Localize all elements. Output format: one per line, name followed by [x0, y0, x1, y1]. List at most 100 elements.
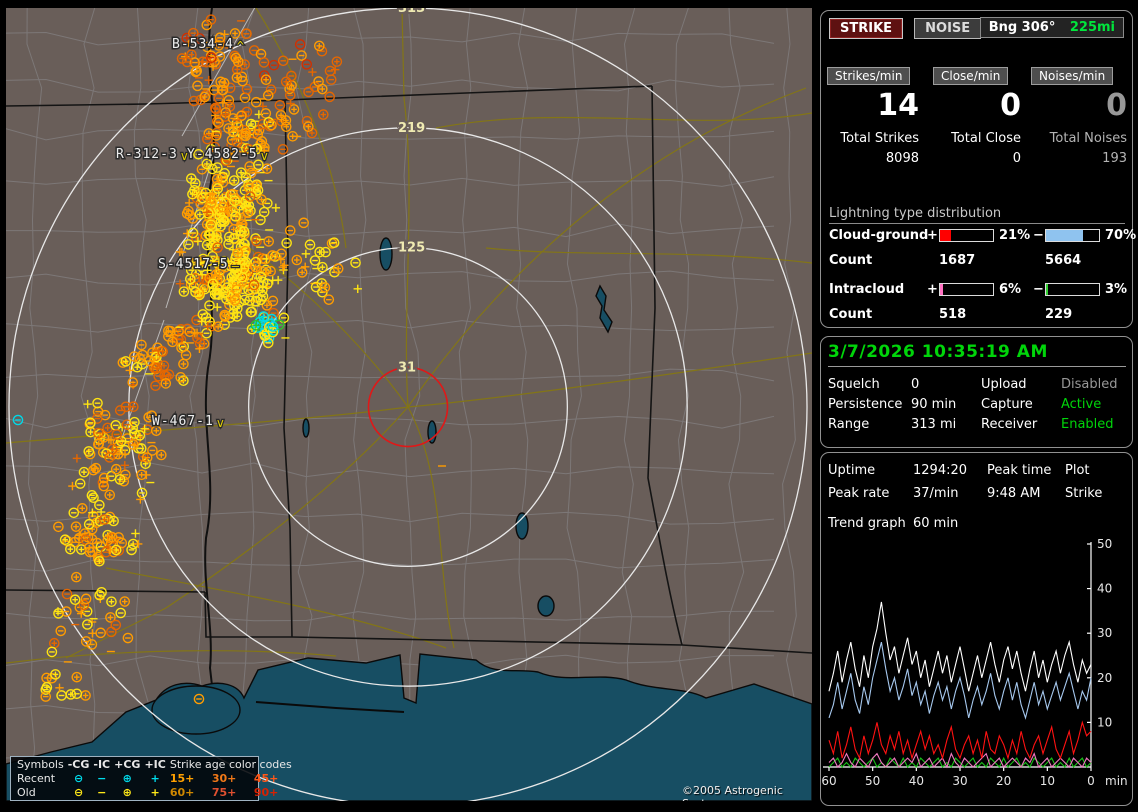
legend-age-30+: 30+ [211, 772, 237, 785]
ring-label-31: 31 [398, 360, 416, 375]
cg-minus-bar [1045, 229, 1100, 242]
cg-minus-bar-fill [1046, 230, 1084, 241]
cell-label-S-4517-5[interactable]: S-4517-5 [157, 256, 230, 274]
legend-symbol-1: − [97, 772, 107, 785]
legend-symbol-3: + [150, 786, 160, 799]
distribution-title: Lightning type distribution [829, 206, 1125, 224]
cell-label-W-467-1[interactable]: W-467-1 [151, 413, 215, 431]
bearing-range: 225mi [1069, 20, 1115, 35]
squelch-value: 0 [911, 377, 920, 392]
peak-time-label: Peak time [987, 463, 1052, 478]
persistence-value: 90 min [911, 397, 957, 412]
close-per-min-chip: Close/min [933, 67, 1009, 85]
legend-age-90+: 90+ [253, 786, 279, 799]
close-per-min-value: 0 [1000, 88, 1021, 123]
close-column: Close/min 0 Total Close 0 [933, 65, 1021, 166]
legend-symbol-0: ⊖ [73, 786, 84, 799]
trend-window-value[interactable]: 60 min [913, 516, 958, 531]
strikes-per-min-value: 14 [877, 88, 919, 123]
receiver-value: Enabled [1061, 417, 1114, 432]
legend-age-header: Strike age color codes [169, 758, 292, 771]
peak-rate-value: 37/min [913, 486, 959, 501]
ic-minus-bar [1045, 283, 1100, 296]
cell-label-R-312-3[interactable]: R-312-3 [115, 146, 179, 164]
peak-rate-label: Peak rate [828, 486, 890, 501]
legend-age-60+: 60+ [169, 786, 195, 799]
cell-label-B-534-4[interactable]: B-534-4 [171, 36, 235, 54]
ic-minus-pct: 3% [1105, 282, 1128, 297]
trend-series-ic-negative [828, 756, 1092, 768]
x-tick-10: 10 [1040, 774, 1055, 788]
total-close-label: Total Close [951, 131, 1021, 146]
cg-plus-bar [939, 229, 994, 242]
legend-col-cgpos: +CG [114, 758, 141, 771]
capture-value: Active [1061, 397, 1102, 412]
legend-row-label: Recent [17, 772, 56, 785]
cg-minus-pct: 70% [1105, 228, 1137, 243]
x-axis-unit: min [1105, 774, 1128, 788]
trend-series-cg-negative [828, 641, 1092, 720]
legend-row-label: Old [17, 786, 36, 799]
cg-minus-count: 5664 [1045, 253, 1082, 268]
map-canvas: 31321912531B-534-4 ^R-312-3 vY-4582-5 vS-45… [6, 8, 812, 801]
x-tick-20: 20 [996, 774, 1011, 788]
peak-time-value: 9:48 AM [987, 486, 1041, 501]
receiver-label: Receiver [981, 417, 1038, 432]
trend-graph-label: Trend graph [828, 516, 906, 531]
ring-label-313: 313 [398, 8, 425, 16]
ic-plus-count: 518 [939, 307, 967, 322]
bearing-label: Bng 306° [988, 20, 1056, 35]
cloud-ground-row: Cloud-ground + 21% − 70% [829, 228, 1136, 244]
count-label: Count [829, 253, 873, 268]
legend-age-75+: 75+ [211, 786, 237, 799]
cell-label-Y-4582-5[interactable]: Y-4582-5 [186, 146, 259, 164]
cloud-ground-label: Cloud-ground [829, 228, 929, 243]
count-label: Count [829, 307, 873, 322]
y-tick-50: 50 [1097, 537, 1112, 551]
squelch-label: Squelch [828, 377, 880, 392]
x-tick-40: 40 [909, 774, 924, 788]
plot-label[interactable]: Plot [1065, 463, 1090, 478]
range-label: Range [828, 417, 870, 432]
x-tick-0: 0 [1087, 774, 1095, 788]
legend-age-15+: 15+ [169, 772, 195, 785]
legend-col-icneg: -IC [93, 758, 111, 771]
legend-symbol-2: ⊕ [122, 772, 132, 785]
intracloud-label: Intracloud [829, 282, 905, 297]
legend-age-45+: 45+ [253, 772, 279, 785]
y-tick-10: 10 [1097, 715, 1112, 729]
minus-sign: − [1033, 228, 1044, 243]
noises-column: Noises/min 0 Total Noises 193 [1031, 65, 1127, 166]
intracloud-row: Intracloud + 6% − 3% [829, 282, 1129, 298]
total-strikes-value: 8098 [885, 151, 919, 166]
ic-plus-bar-fill [940, 284, 944, 295]
cell-trend-arrow: v [217, 416, 224, 430]
cell-trend-arrow: v [261, 149, 268, 163]
lightning-map[interactable]: 313 219 125 31 B-534-4 ^ R-312-3 v Y-4582-5 v S-45… [6, 8, 812, 801]
cell-trend-arrow: – [232, 259, 240, 273]
stats-panel: STRIKE NOISE Bng 306° 225mi Strikes/min … [820, 10, 1136, 328]
total-noises-label: Total Noises [1049, 131, 1127, 146]
strikes-per-min-chip: Strikes/min [827, 67, 911, 85]
plot-mode-value[interactable]: Strike [1065, 486, 1102, 501]
cg-plus-pct: 21% [999, 228, 1031, 243]
map-legend: Symbols -CG -IC +CG +IC Strike age color… [10, 756, 292, 801]
ring-label-219: 219 [398, 121, 425, 136]
intracloud-count-row: Count 518 229 [829, 307, 1129, 323]
capture-label: Capture [981, 397, 1033, 412]
strike-button[interactable]: STRIKE [829, 18, 904, 39]
legend-symbols-header: Symbols [17, 758, 64, 771]
total-close-value: 0 [1012, 151, 1021, 166]
ic-minus-bar-fill [1046, 284, 1048, 295]
cg-plus-bar-fill [940, 230, 952, 241]
ic-plus-bar [939, 283, 994, 296]
strikes-column: Strikes/min 14 Total Strikes 8098 [827, 65, 919, 166]
minus-sign: − [1033, 282, 1044, 297]
bearing-readout: Bng 306° 225mi [979, 17, 1124, 38]
plus-sign: + [927, 228, 938, 243]
status-panel: 3/7/2026 10:35:19 AM Squelch 0 Upload Di… [820, 336, 1133, 448]
legend-col-cgneg: -CG [67, 758, 90, 771]
noise-button[interactable]: NOISE [914, 18, 982, 39]
x-tick-50: 50 [865, 774, 880, 788]
copyright-text: ©2005 Astrogenic Systems [682, 784, 783, 801]
